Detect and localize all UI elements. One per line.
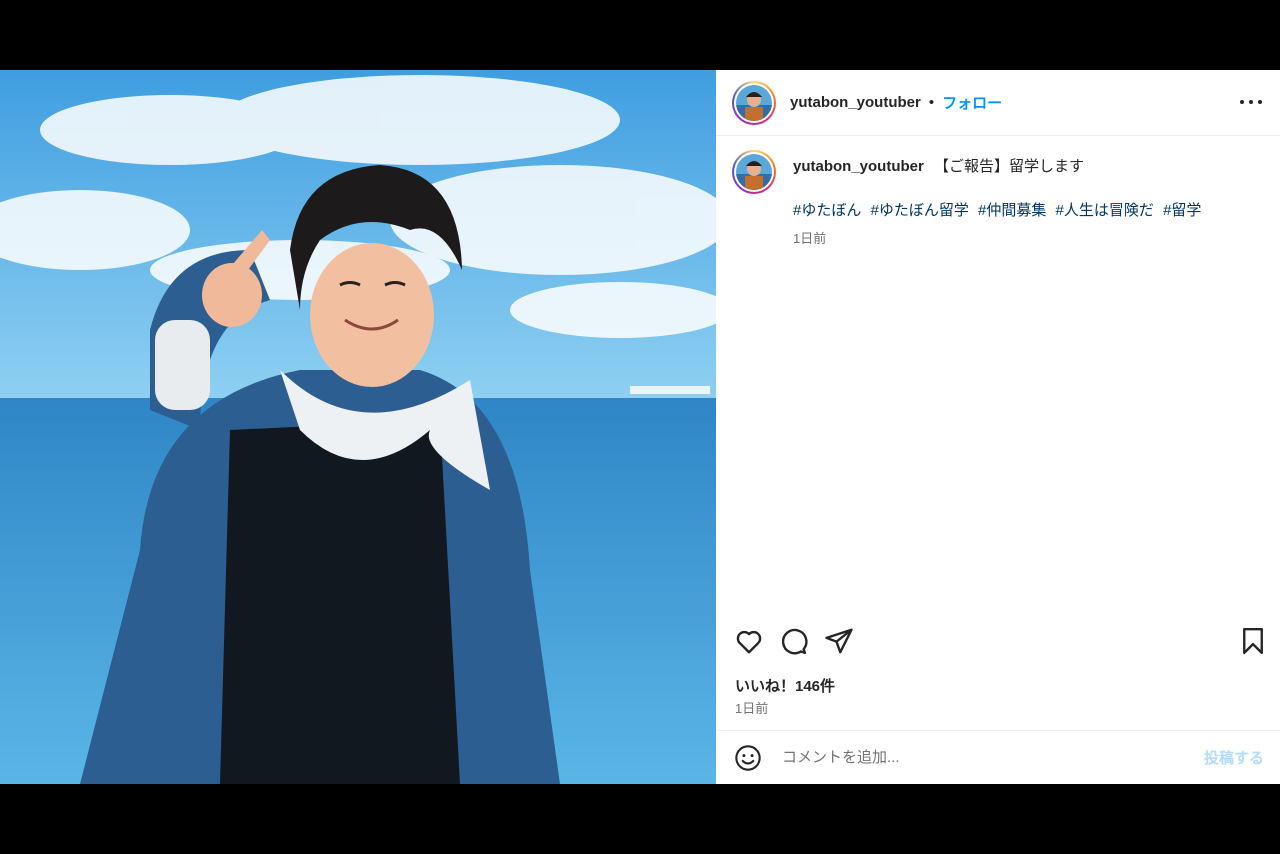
share-icon[interactable]: [824, 626, 854, 656]
header-separator: •: [928, 94, 935, 111]
post-photo[interactable]: [0, 70, 716, 784]
post-header: yutabon_youtuber • フォロー: [716, 70, 1280, 136]
avatar[interactable]: [732, 80, 776, 125]
comment-input[interactable]: [780, 748, 1204, 767]
like-count[interactable]: いいね！146件: [735, 675, 835, 696]
heart-icon[interactable]: [734, 626, 764, 656]
hashtag-link[interactable]: #仲間募集: [978, 202, 1046, 219]
avatar-image: [736, 84, 772, 121]
bookmark-icon[interactable]: [1238, 626, 1268, 656]
avatar-image: [736, 154, 772, 190]
caption-username[interactable]: yutabon_youtuber: [793, 158, 924, 175]
hashtag-link[interactable]: #ゆたぼん留学: [871, 202, 969, 219]
follow-button[interactable]: フォロー: [942, 92, 1002, 113]
hashtags: #ゆたぼん #ゆたぼん留学 #仲間募集 #人生は冒険だ #留学: [793, 199, 1206, 220]
photo-image: [0, 70, 716, 784]
header-username[interactable]: yutabon_youtuber: [790, 94, 921, 111]
caption-text: 【ご報告】留学します: [934, 158, 1085, 175]
post-modal: yutabon_youtuber • フォロー yutabon_youtuber…: [0, 70, 1280, 784]
hashtag-link[interactable]: #ゆたぼん: [793, 202, 861, 219]
comment-icon[interactable]: [778, 626, 808, 656]
caption-time: 1日前: [793, 231, 827, 246]
action-bar: [716, 626, 1280, 666]
post-side-panel: yutabon_youtuber • フォロー yutabon_youtuber…: [716, 70, 1280, 784]
caption-avatar[interactable]: [732, 150, 776, 194]
hashtag-link[interactable]: #人生は冒険だ: [1056, 202, 1154, 219]
comment-bar: 投稿する: [716, 730, 1280, 784]
emoji-icon[interactable]: [734, 744, 762, 772]
caption: yutabon_youtuber 【ご報告】留学します #ゆたぼん #ゆたぼん留…: [716, 136, 1280, 247]
more-options-icon[interactable]: [1240, 92, 1262, 112]
post-comment-button[interactable]: 投稿する: [1204, 747, 1264, 768]
hashtag-link[interactable]: #留学: [1163, 202, 1201, 219]
post-time: 1日前: [735, 701, 769, 716]
